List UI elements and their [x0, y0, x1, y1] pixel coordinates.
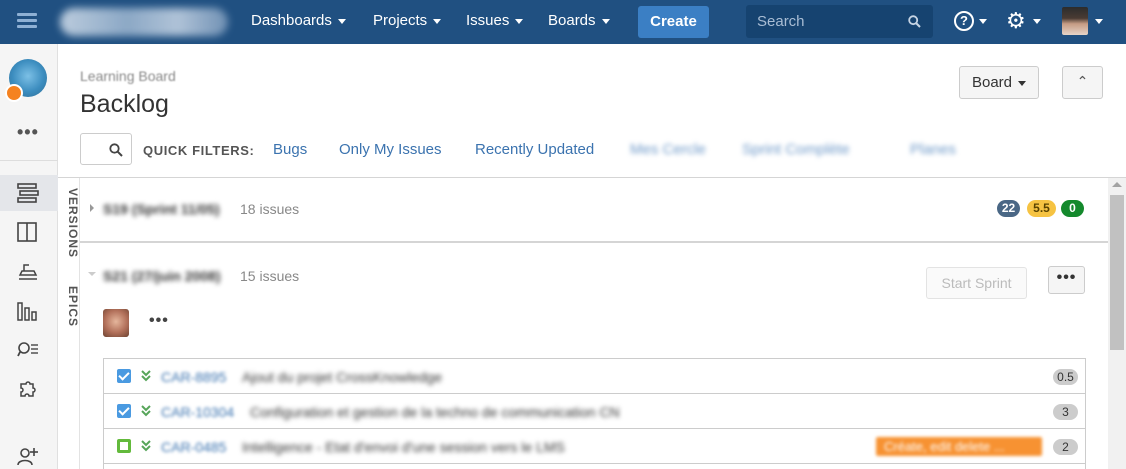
create-button[interactable]: Create: [638, 6, 709, 38]
app-switcher-icon[interactable]: [17, 13, 37, 31]
issue-row[interactable]: CAR-8895 Ajout du projet CrossKnowledge …: [104, 359, 1085, 394]
breadcrumb[interactable]: Learning Board: [80, 68, 176, 84]
issue-summary: Configuration et gestion de la techno de…: [250, 404, 620, 420]
sidebar-item-reports[interactable]: [0, 293, 58, 329]
search-placeholder: Search: [757, 13, 805, 30]
project-sidebar: •••: [0, 44, 58, 469]
sidebar-item-active-sprints[interactable]: [0, 214, 58, 250]
status-badge-in-progress: 5.5: [1027, 200, 1056, 217]
collapse-header-button[interactable]: ⌃: [1062, 66, 1103, 99]
chevron-down-icon: [337, 18, 346, 24]
sprint-issue-count: 18 issues: [240, 201, 300, 217]
issue-row[interactable]: CAR-10304 Configuration et gestion de la…: [104, 394, 1085, 429]
chevron-down-icon: [1095, 19, 1103, 24]
quick-filter-recently-updated[interactable]: Recently Updated: [475, 141, 594, 158]
estimate-badge: 3: [1053, 404, 1078, 420]
nav-boards-label: Boards: [548, 12, 596, 29]
quick-filter-6[interactable]: Planes: [910, 141, 956, 158]
quick-filter-only-my-issues[interactable]: Only My Issues: [339, 141, 442, 158]
task-type-icon: [117, 404, 131, 418]
start-sprint-button[interactable]: Start Sprint: [926, 267, 1027, 299]
quick-filter-bugs[interactable]: Bugs: [273, 141, 307, 158]
sprint-name[interactable]: S21 (27/juin 2008): [103, 268, 221, 284]
active-sprints-icon: [17, 222, 37, 242]
search-icon: [908, 15, 921, 28]
sprint-divider: [80, 241, 1108, 243]
sidebar-item-backlog[interactable]: [0, 175, 58, 211]
issue-key[interactable]: CAR-0485: [161, 439, 226, 455]
product-logo[interactable]: [60, 8, 228, 36]
sprint-issue-count: 15 issues: [240, 268, 300, 284]
sprint-more-button[interactable]: •••: [1048, 266, 1085, 294]
double-chevron-up-icon: ⌃: [1076, 73, 1089, 89]
backlog-search-input[interactable]: [80, 133, 132, 165]
sprint-name[interactable]: S19 (Sprint 11/05): [103, 201, 220, 217]
nav-dashboards[interactable]: Dashboards: [251, 12, 346, 29]
chevron-down-icon: [601, 18, 610, 24]
quick-filter-5[interactable]: Sprint Complète: [742, 141, 850, 158]
sidebar-item-releases[interactable]: [0, 253, 58, 289]
quick-filter-4[interactable]: Mes Cercle: [630, 141, 706, 158]
issue-summary: Intelligence - Etat d'envoi d'une sessio…: [242, 439, 565, 455]
gear-icon[interactable]: ⚙: [1006, 9, 1026, 33]
header-divider: [58, 177, 1126, 178]
issue-key[interactable]: CAR-10304: [161, 404, 234, 420]
tab-epics[interactable]: EPICS: [58, 286, 80, 327]
priority-low-icon: [141, 405, 151, 417]
releases-icon: [18, 264, 38, 280]
sidebar-item-issues[interactable]: [0, 332, 58, 368]
backlog-icon: [17, 183, 39, 203]
priority-low-icon: [141, 440, 151, 452]
components-icon: [20, 381, 36, 397]
help-icon[interactable]: ?: [954, 11, 974, 31]
issue-key[interactable]: CAR-8895: [161, 369, 226, 385]
scroll-up-arrow-icon[interactable]: [1112, 182, 1122, 187]
search-input[interactable]: Search: [746, 5, 933, 38]
page-title: Backlog: [80, 90, 169, 118]
epic-label[interactable]: Créate, edit delete ...: [876, 437, 1042, 456]
collapse-icon[interactable]: [88, 272, 96, 276]
story-type-icon: [117, 439, 131, 453]
issue-list: CAR-8895 Ajout du projet CrossKnowledge …: [103, 358, 1086, 469]
board-button-label: Board: [971, 74, 1013, 91]
sidebar-divider: [0, 160, 58, 161]
nav-projects[interactable]: Projects: [373, 12, 442, 29]
scrollbar-thumb[interactable]: [1110, 195, 1124, 350]
nav-boards[interactable]: Boards: [548, 12, 610, 29]
expand-icon[interactable]: [90, 204, 94, 212]
search-icon: [109, 143, 123, 157]
status-badge-todo: 22: [997, 200, 1020, 217]
more-assignees-icon[interactable]: •••: [149, 312, 169, 330]
nav-dashboards-label: Dashboards: [251, 12, 332, 29]
issue-summary: Ajout du projet CrossKnowledge: [242, 369, 443, 385]
user-avatar[interactable]: [1062, 7, 1088, 35]
reports-icon: [17, 302, 37, 321]
tabs-divider: [79, 178, 80, 469]
project-avatar[interactable]: [5, 59, 47, 102]
chevron-down-icon: [433, 18, 442, 24]
top-navigation-bar: Dashboards Projects Issues Boards Create…: [0, 0, 1126, 44]
issue-row[interactable]: CAR-0485 Intelligence - Etat d'envoi d'u…: [104, 429, 1085, 464]
sidebar-item-components[interactable]: [0, 372, 58, 408]
sidebar-item-add-people[interactable]: [0, 437, 58, 469]
chevron-down-icon: [1033, 19, 1041, 24]
estimate-badge: 0.5: [1053, 369, 1078, 385]
nav-issues-label: Issues: [466, 12, 510, 29]
nav-projects-label: Projects: [373, 12, 428, 29]
more-icon[interactable]: •••: [17, 122, 39, 143]
board-dropdown-button[interactable]: Board: [959, 66, 1039, 99]
chevron-down-icon: [1018, 80, 1027, 86]
task-type-icon: [117, 369, 131, 383]
estimate-badge: 2: [1053, 439, 1078, 455]
nav-issues[interactable]: Issues: [466, 12, 524, 29]
issues-icon: [17, 342, 38, 357]
tab-versions[interactable]: VERSIONS: [58, 188, 80, 258]
status-badge-done: 0: [1061, 200, 1084, 217]
chevron-down-icon: [515, 18, 524, 24]
assignee-avatar[interactable]: [103, 309, 129, 337]
priority-low-icon: [141, 370, 151, 382]
add-people-icon: [17, 448, 38, 466]
chevron-down-icon: [979, 19, 987, 24]
quick-filters-label: QUICK FILTERS:: [143, 143, 255, 158]
